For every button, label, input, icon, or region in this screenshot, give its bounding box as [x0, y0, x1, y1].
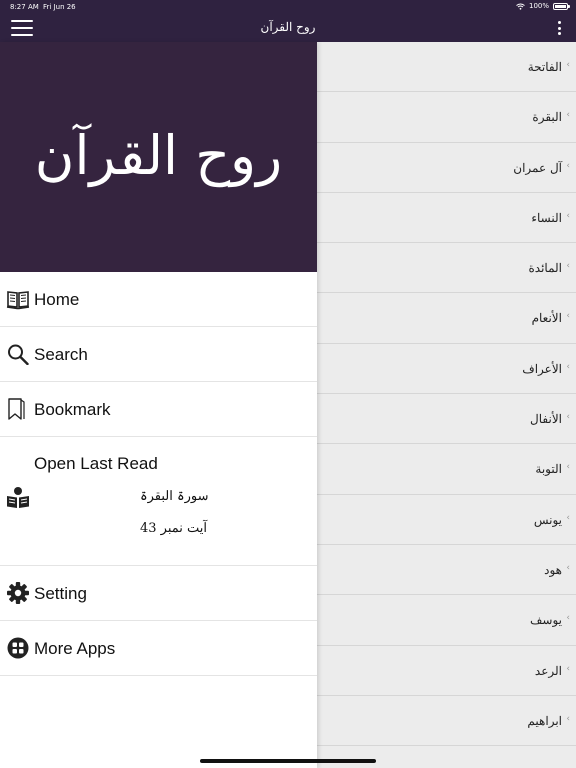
chevron-left-icon: ‹	[566, 462, 570, 473]
drawer-item-label: Bookmark	[34, 400, 111, 419]
surah-list: الفاتحة ‹ البقرة ‹ آل عمران ‹ النساء ‹ المائدة ‹ ا…	[317, 42, 576, 768]
surah-name: الأنعام	[531, 311, 562, 326]
surah-name: البقرة	[532, 110, 562, 125]
bookmark-icon	[8, 398, 25, 420]
chevron-left-icon: ‹	[566, 713, 570, 724]
drawer-item-last-read[interactable]: Open Last Read سورۃ البقرۃ آیت نمبر 43	[0, 437, 317, 566]
surah-name: المائدة	[528, 261, 562, 276]
drawer-item-label: Home	[34, 290, 80, 309]
surah-list-item[interactable]: الفاتحة ‹	[317, 42, 576, 93]
chevron-left-icon: ‹	[566, 412, 570, 423]
drawer-item-label: Search	[34, 345, 88, 364]
home-indicator[interactable]	[200, 759, 376, 763]
surah-list-item[interactable]: الرعد ‹	[317, 646, 576, 696]
top-nav-bar: روح القرآن	[0, 14, 576, 42]
apps-icon	[7, 637, 29, 659]
wifi-icon	[516, 3, 525, 10]
search-icon	[8, 344, 29, 365]
book-open-icon	[6, 291, 30, 310]
status-date: Fri Jun 26	[43, 3, 76, 11]
chevron-left-icon: ‹	[566, 361, 570, 372]
more-options-icon[interactable]	[556, 21, 562, 35]
surah-name: ابراهيم	[527, 713, 562, 728]
surah-name: الأعراف	[522, 361, 562, 376]
surah-list-item[interactable]: المائدة ‹	[317, 243, 576, 294]
surah-list-item[interactable]: التوبة ‹	[317, 444, 576, 495]
surah-list-item[interactable]: النساء ‹	[317, 193, 576, 244]
chevron-left-icon: ‹	[566, 160, 570, 171]
surah-name: الفاتحة	[527, 60, 562, 74]
surah-list-item[interactable]: آل عمران ‹	[317, 143, 576, 193]
last-read-ayat: آیت نمبر 43	[140, 521, 208, 536]
surah-list-item[interactable]: الأنفال ‹	[317, 394, 576, 445]
surah-list-item[interactable]: الأنعام ‹	[317, 293, 576, 344]
app-logo: روح القرآن	[34, 123, 283, 187]
drawer-item-label: More Apps	[34, 639, 116, 658]
drawer-header: روح القرآن	[0, 42, 317, 272]
surah-name: الرعد	[534, 663, 562, 678]
drawer-item-label: Open Last Read	[34, 454, 158, 473]
chevron-left-icon: ‹	[566, 261, 570, 272]
side-drawer: روح القرآن Home Search Bookmark Open Las…	[0, 42, 317, 768]
surah-list-item[interactable]: هود ‹	[317, 545, 576, 596]
app-title: روح القرآن	[260, 20, 316, 34]
reader-icon	[7, 487, 29, 508]
surah-name: هود	[544, 562, 562, 577]
status-bar: 8:27 AM Fri Jun 26 100%	[0, 0, 576, 14]
surah-name: النساء	[531, 210, 562, 225]
chevron-left-icon: ‹	[566, 613, 570, 624]
surah-name: آل عمران	[513, 160, 562, 175]
chevron-left-icon: ‹	[566, 562, 570, 573]
surah-list-item[interactable]: يوسف ‹	[317, 595, 576, 646]
chevron-left-icon: ‹	[566, 210, 570, 221]
drawer-item-more-apps[interactable]: More Apps	[0, 621, 317, 676]
chevron-left-icon: ‹	[566, 311, 570, 322]
last-read-surah: سورۃ البقرۃ	[140, 489, 209, 504]
chevron-left-icon: ‹	[566, 663, 570, 674]
surah-list-item[interactable]: البقرة ‹	[317, 92, 576, 143]
surah-list-item[interactable]: ابراهيم ‹	[317, 696, 576, 747]
drawer-item-setting[interactable]: Setting	[0, 566, 317, 621]
drawer-item-bookmark[interactable]: Bookmark	[0, 382, 317, 437]
chevron-left-icon: ‹	[566, 512, 570, 523]
gear-icon	[7, 582, 29, 604]
status-time: 8:27 AM	[10, 3, 39, 11]
surah-name: يونس	[533, 512, 562, 527]
drawer-item-home[interactable]: Home	[0, 272, 317, 327]
status-indicators: 100%	[516, 2, 570, 10]
battery-percent: 100%	[528, 2, 549, 10]
surah-name: الأنفال	[530, 412, 562, 427]
chevron-left-icon: ‹	[566, 60, 570, 70]
chevron-left-icon: ‹	[566, 110, 570, 121]
drawer-item-search[interactable]: Search	[0, 327, 317, 382]
surah-list-item[interactable]: الأعراف ‹	[317, 344, 576, 395]
surah-list-item[interactable]: يونس ‹	[317, 495, 576, 545]
surah-name: يوسف	[529, 613, 562, 628]
battery-icon	[553, 2, 570, 10]
drawer-item-label: Setting	[34, 584, 87, 603]
surah-name: التوبة	[535, 462, 562, 477]
